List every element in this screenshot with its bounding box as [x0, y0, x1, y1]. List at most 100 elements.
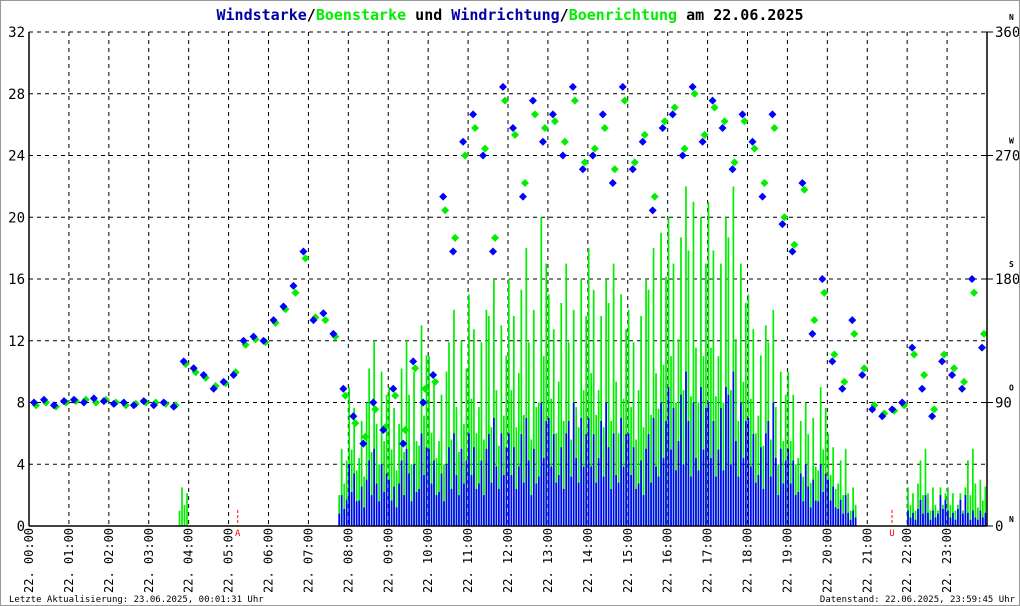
wind-bar	[967, 512, 969, 526]
wind-direction-point	[678, 151, 687, 160]
wind-direction-point	[319, 309, 328, 318]
wind-bar	[625, 434, 627, 526]
wind-bar	[914, 519, 917, 526]
wind-bar	[847, 512, 849, 526]
wind-bar	[475, 488, 478, 526]
gust-direction-point	[510, 130, 519, 139]
wind-bar	[567, 421, 570, 526]
gust-direction-point	[690, 89, 699, 98]
gust-direction-point	[520, 178, 529, 187]
wind-bar	[560, 447, 563, 526]
gust-direction-point	[441, 206, 450, 215]
x-tick-label: 22. 05:00	[222, 528, 236, 593]
gust-direction-point	[910, 350, 919, 359]
title-part: und	[406, 6, 451, 24]
title-part: Windrichtung	[451, 6, 559, 24]
wind-direction-point	[598, 110, 607, 119]
wind-bar	[687, 421, 690, 526]
wind-bar	[478, 483, 480, 526]
wind-bar	[809, 507, 812, 526]
wind-bar	[665, 421, 667, 526]
wind-bar	[754, 482, 757, 526]
wind-direction-point	[489, 247, 498, 256]
gust-direction-point	[530, 110, 539, 119]
y-left-tick-label: 4	[17, 457, 25, 473]
wind-bar	[640, 460, 642, 526]
compass-label: O	[1009, 384, 1014, 393]
wind-bar	[747, 417, 750, 526]
x-tick-label: 22. 10:00	[421, 528, 435, 593]
wind-bar	[707, 402, 710, 526]
wind-bar	[458, 495, 460, 526]
wind-direction-point	[499, 82, 508, 91]
x-tick-label: 22. 20:00	[820, 528, 834, 593]
wind-bar	[722, 470, 725, 526]
wind-bar	[852, 510, 854, 526]
wind-bar	[408, 473, 410, 526]
sun-marker-label: A	[235, 529, 241, 539]
gust-direction-point	[640, 130, 649, 139]
wind-direction-point	[788, 247, 797, 256]
wind-bar	[799, 473, 802, 526]
wind-bar	[520, 434, 523, 526]
wind-bar	[635, 488, 637, 526]
wind-direction-point	[768, 110, 777, 119]
wind-bar	[585, 434, 588, 526]
wind-bar	[565, 433, 568, 526]
wind-direction-point	[798, 178, 807, 187]
wind-bar	[463, 483, 465, 526]
wind-direction-point	[908, 343, 917, 352]
gust-direction-point	[680, 144, 689, 153]
wind-bar	[358, 500, 361, 526]
wind-bar	[418, 488, 420, 526]
wind-direction-point	[339, 384, 348, 393]
wind-bar	[742, 458, 745, 526]
wind-bar	[405, 448, 408, 526]
wind-bar	[817, 501, 820, 526]
wind-bar	[682, 464, 685, 526]
wind-bar	[373, 448, 375, 526]
gust-direction-point	[491, 233, 500, 242]
wind-direction-point	[588, 151, 597, 160]
wind-bar	[480, 460, 483, 526]
wind-direction-point	[828, 357, 837, 366]
wind-bar	[832, 486, 835, 526]
wind-bar	[378, 501, 380, 526]
wind-bar	[368, 460, 370, 526]
wind-bar	[440, 473, 443, 526]
wind-direction-point	[958, 384, 967, 393]
wind-bar	[340, 495, 343, 526]
wind-bar	[934, 517, 937, 526]
wind-bar	[607, 447, 610, 526]
wind-direction-point	[748, 137, 757, 146]
wind-direction-point	[718, 124, 727, 133]
wind-bar	[622, 466, 625, 526]
wind-bar	[612, 433, 615, 526]
wind-direction-point	[479, 151, 488, 160]
gust-direction-point	[750, 144, 759, 153]
wind-bar	[789, 483, 792, 526]
gust-direction-point	[720, 117, 729, 126]
title-part: Boenrichtung	[569, 6, 677, 24]
wind-bar	[745, 421, 747, 526]
wind-bar	[939, 495, 942, 526]
wind-bar	[485, 448, 488, 526]
wind-direction-point	[818, 275, 827, 283]
wind-bar	[777, 495, 780, 526]
title-part: /	[307, 6, 316, 24]
wind-bar	[829, 500, 832, 526]
wind-direction-point	[978, 343, 987, 352]
wind-bar	[680, 394, 682, 526]
wind-direction-point	[548, 110, 557, 119]
x-tick-label: 22. 13:00	[541, 528, 555, 593]
wind-bar	[547, 417, 550, 526]
gust-direction-point	[361, 432, 370, 441]
wind-bar	[498, 488, 500, 526]
x-tick-label: 22. 00:00	[22, 528, 36, 593]
gust-direction-point	[630, 158, 639, 167]
wind-direction-point	[578, 165, 587, 174]
wind-direction-point	[289, 281, 298, 290]
wind-direction-point	[648, 206, 657, 215]
wind-direction-point	[518, 192, 527, 201]
wind-bar	[807, 486, 810, 526]
